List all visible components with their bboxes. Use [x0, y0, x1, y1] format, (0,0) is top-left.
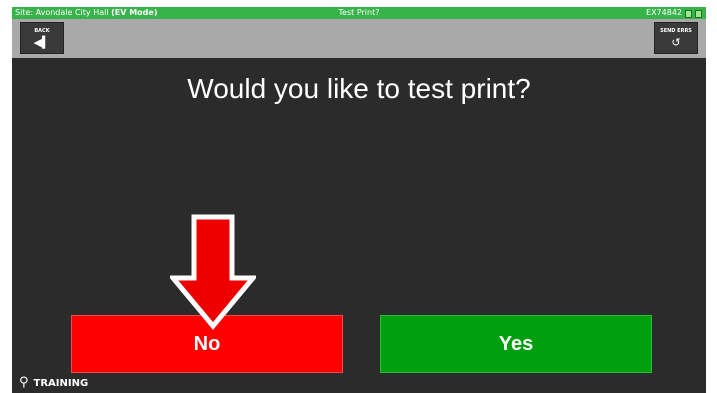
- device-id: EX74842: [646, 8, 682, 17]
- yes-button-label: Yes: [498, 332, 534, 355]
- battery-icon: [685, 10, 692, 18]
- prompt-question: Would you like to test print?: [187, 73, 531, 104]
- yes-button[interactable]: Yes: [380, 315, 652, 373]
- down-arrow-icon: [170, 214, 256, 330]
- send-errors-button[interactable]: SEND ERRS ↺: [654, 22, 698, 54]
- screen-title: Test Print?: [338, 8, 380, 17]
- kiosk-screen: Site: Avondale City Hall (EV Mode) Test …: [12, 7, 706, 393]
- send-errors-label: SEND ERRS: [660, 28, 692, 34]
- toolbar: BACK ◀▍ SEND ERRS ↺: [12, 19, 706, 58]
- back-icon: ◀▍: [33, 36, 51, 49]
- refresh-icon: ↺: [671, 36, 681, 49]
- printer-icon: [695, 10, 702, 18]
- status-right: EX74842: [646, 7, 702, 19]
- back-button-label: BACK: [34, 28, 50, 34]
- back-button[interactable]: BACK ◀▍: [20, 22, 64, 54]
- lightbulb-icon: ⚲: [19, 375, 29, 390]
- training-label: TRAINING: [33, 378, 89, 389]
- training-indicator: ⚲ TRAINING: [19, 376, 88, 389]
- no-button-label: No: [193, 332, 221, 355]
- status-bar: Site: Avondale City Hall (EV Mode) Test …: [12, 7, 706, 19]
